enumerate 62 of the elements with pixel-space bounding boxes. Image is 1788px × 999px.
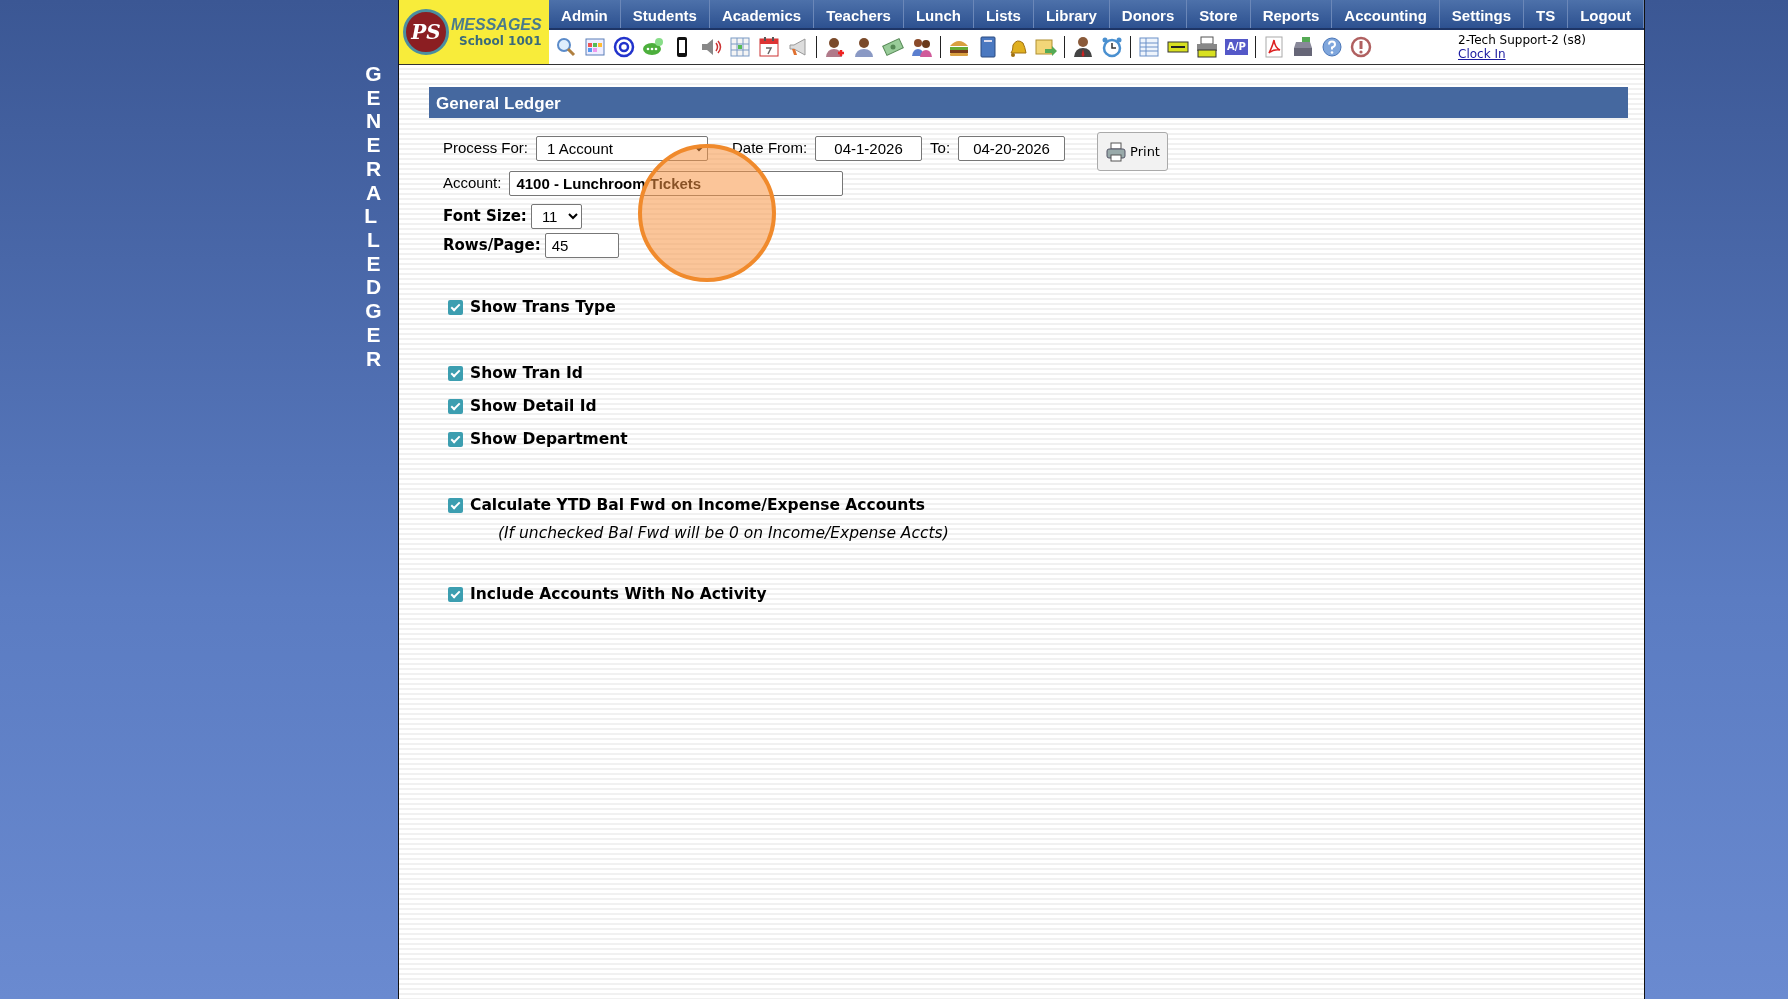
speaker-icon[interactable]	[700, 36, 723, 58]
checkbox[interactable]	[448, 587, 463, 603]
chat-bubble-icon[interactable]	[642, 36, 665, 58]
panel-title-bar: General Ledger	[429, 87, 1628, 118]
checkbox-label: Calculate YTD Bal Fwd on Income/Expense Accounts	[470, 494, 926, 516]
alert-icon[interactable]	[1349, 36, 1372, 58]
menu-link[interactable]: Library	[1033, 0, 1110, 28]
account-field[interactable]: 4100 - Lunchroom Tickets	[509, 171, 844, 196]
menu-link[interactable]: Reports	[1250, 0, 1333, 28]
checkbox[interactable]	[448, 366, 463, 381]
date-to-field[interactable]: 04-20-2026	[958, 136, 1066, 161]
folder-arrow-icon[interactable]	[1035, 36, 1058, 58]
checkbox[interactable]	[448, 399, 463, 414]
field-label: To:	[930, 138, 951, 159]
menu-link[interactable]: Lunch	[903, 0, 974, 28]
printer-icon	[1105, 140, 1128, 163]
grid-icon[interactable]	[584, 36, 607, 58]
checkbox-label: Show Trans Type	[470, 296, 616, 318]
person-icon[interactable]	[853, 36, 876, 58]
menu-link[interactable]: Academics	[709, 0, 815, 28]
table-icon[interactable]	[1138, 36, 1161, 58]
checkbox-label: Show Tran Id	[470, 362, 583, 384]
menu-link[interactable]: Settings	[1439, 0, 1524, 28]
menu-link[interactable]: Lists	[973, 0, 1034, 28]
menu-link[interactable]: Store	[1187, 0, 1251, 28]
menu-link[interactable]: Teachers	[814, 0, 904, 28]
menu-link[interactable]: Logout	[1568, 0, 1644, 28]
field-label: Font Size:	[443, 206, 527, 228]
menu-link[interactable]: TS	[1524, 0, 1569, 28]
menu-link[interactable]: Accounting	[1332, 0, 1440, 28]
font-size-dropdown[interactable]: 11	[530, 204, 582, 229]
calendar-icon[interactable]	[758, 36, 781, 58]
checkbox-label: Include Accounts With No Activity	[470, 584, 767, 606]
people-icon[interactable]	[911, 36, 934, 58]
menu-link[interactable]: Admin	[549, 0, 621, 28]
menu-link[interactable]: Donors	[1109, 0, 1188, 28]
cash-register-icon[interactable]	[1291, 36, 1314, 58]
person-add-icon[interactable]	[824, 36, 847, 58]
checkbox[interactable]	[448, 498, 463, 513]
alarm-clock-icon[interactable]	[1101, 36, 1124, 58]
vertical-page-title: GENERAL LEDGER	[363, 62, 383, 372]
menu-link[interactable]: Students	[620, 0, 710, 28]
printer-icon[interactable]	[1196, 36, 1219, 58]
clock-in-link[interactable]: Clock In	[1458, 47, 1506, 61]
checkbox-label: Show Detail Id	[470, 395, 597, 417]
businessman-icon[interactable]	[1072, 36, 1095, 58]
field-label: Process For:	[443, 138, 529, 159]
pdf-document-icon[interactable]	[1262, 36, 1285, 58]
toolbar-button[interactable]: A/P	[1225, 39, 1248, 55]
checkbox[interactable]	[448, 432, 463, 447]
checkbox-label: Show Department	[470, 428, 628, 450]
magnifier-icon[interactable]	[555, 36, 578, 58]
field-label: Account:	[443, 173, 502, 194]
help-icon[interactable]	[1320, 36, 1343, 58]
hint-text: (If unchecked Bal Fwd will be 0 on Income/Expense Accts)	[497, 523, 950, 544]
process-for-dropdown[interactable]: 1 Account	[536, 136, 709, 161]
rows-per-page-field[interactable]: 45	[544, 233, 619, 258]
user-name: 2-Tech Support-2 (s8)	[1458, 32, 1588, 47]
print-button[interactable]: Print	[1097, 132, 1168, 171]
field-label: Rows/Page:	[443, 235, 541, 257]
checkbox[interactable]	[448, 300, 463, 315]
date-from-field[interactable]: 04-1-2026	[815, 136, 923, 161]
